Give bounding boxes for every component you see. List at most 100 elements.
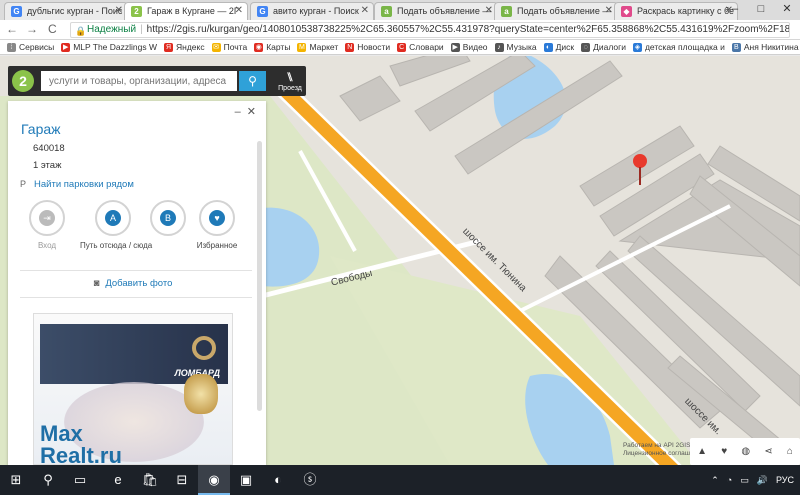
bookmark-icon: В <box>731 42 741 52</box>
tray-icon[interactable]: 🔊 <box>757 465 768 495</box>
bookmark-item[interactable]: ⁞ Сервисы <box>7 42 54 52</box>
bookmark-item[interactable]: ◐ Диск <box>543 42 575 52</box>
close-tab-icon[interactable]: ✕ <box>605 5 613 16</box>
ring-image <box>184 374 218 414</box>
layers-icon[interactable]: ⌂ <box>787 446 793 457</box>
maximize-window-icon[interactable]: □ <box>748 0 774 20</box>
chrome-icon[interactable]: ◉ <box>198 465 230 495</box>
tray-icon[interactable]: ⌃ <box>711 465 719 495</box>
google-icon: G <box>257 6 268 17</box>
search-input[interactable] <box>41 71 237 91</box>
postcode: 640018 <box>33 143 65 154</box>
reload-button[interactable]: C <box>48 22 57 36</box>
explorer-icon[interactable]: ⊟ <box>166 465 198 495</box>
add-photo-label: Добавить фото <box>105 278 173 289</box>
divider <box>20 270 252 271</box>
tab-title: авито курган - Поиск <box>273 6 359 16</box>
bookmark-item[interactable]: ▶ MLP The Dazzlings W <box>61 42 157 52</box>
route-icon: ⑊ <box>286 70 294 84</box>
route-label: Проезд <box>278 85 302 92</box>
action-label: Путь отсюда / сюда <box>80 241 153 250</box>
browser-tab[interactable]: ◆ Раскрась картинку с бе ✕ <box>614 2 738 20</box>
bookmarks-bar: ⁞ Сервисы ▶ MLP The Dazzlings W Я Яндекс ✉ Почт… <box>0 40 800 55</box>
floor-info: 1 этаж <box>33 160 62 171</box>
close-tab-icon[interactable]: ✕ <box>115 5 123 16</box>
language-indicator[interactable]: РУС <box>776 465 794 495</box>
close-tab-icon[interactable]: ✕ <box>235 5 243 16</box>
parking-link[interactable]: P Найти парковки рядом <box>20 179 134 190</box>
start-icon[interactable]: ⊞ <box>0 465 32 495</box>
action-heart[interactable]: ♥ Избранное <box>184 200 250 250</box>
edge-icon[interactable]: e <box>102 465 134 495</box>
bookmark-label: Музыка <box>506 42 537 52</box>
bookmark-item[interactable]: ✉ Почта <box>211 42 248 52</box>
bookmark-label: Диск <box>555 42 575 52</box>
camera-icon: ◙ <box>93 278 100 289</box>
bookmark-icon: Я <box>164 42 173 52</box>
search-bar: 2 ⚲ ⑊ Проезд <box>8 66 306 96</box>
browser-tab[interactable]: 2 Гараж в Кургане — 2Г ✕ <box>124 2 248 20</box>
app-icon[interactable]: ▣ <box>230 465 262 495</box>
share-icon[interactable]: ⋖ <box>764 446 772 457</box>
favorite-icon[interactable]: ♥ <box>721 446 727 457</box>
bookmark-item[interactable]: ▶ Видео <box>450 42 488 52</box>
google-icon: G <box>11 6 22 17</box>
close-icon[interactable]: ✕ <box>247 106 256 118</box>
parking-link-label: Найти парковки рядом <box>34 179 134 190</box>
watermark-line: Max <box>40 421 83 446</box>
add-photo-button[interactable]: ◙ Добавить фото <box>8 278 258 289</box>
panel-scrollbar[interactable] <box>257 141 262 411</box>
bookmark-label: Карты <box>266 42 291 52</box>
close-tab-icon[interactable]: ✕ <box>485 5 493 16</box>
url-field[interactable]: 🔒 Надежный | https://2gis.ru/kurgan/geo/14… <box>70 22 790 38</box>
address-bar: ← → C 🔒 Надежный | https://2gis.ru/kurgan/… <box>0 20 800 40</box>
bookmark-item[interactable]: Я Яндекс <box>164 42 205 52</box>
browser-tab[interactable]: a Подать объявление — ✕ <box>494 2 618 20</box>
search-icon[interactable]: ⚲ <box>239 71 266 91</box>
divider <box>20 297 252 298</box>
bookmark-label: Почта <box>223 42 248 52</box>
tab-strip: Gдубльгис курган - Поис ✕ 2 Гараж в Кургане… <box>0 0 800 20</box>
store-icon[interactable]: 🛍 <box>134 465 166 495</box>
entrance-icon: ⇥ <box>39 210 55 226</box>
route-button[interactable]: ⑊ Проезд <box>276 68 304 94</box>
action-entrance: ⇥ Вход <box>14 200 80 250</box>
browser-tab[interactable]: Gдубльгис курган - Поис ✕ <box>4 2 128 20</box>
tab-title: Раскрась картинку с бе <box>637 6 735 16</box>
building <box>339 75 401 122</box>
close-window-icon[interactable]: ✕ <box>774 0 800 20</box>
back-button[interactable]: ← <box>6 22 18 36</box>
windows-taskbar: ⌃ ◔ ▭ 🔊 РУС ⊞ ⚲ ▭ e 🛍 ⊟ ◉ ▣ ◐ ⓢ <box>0 465 800 495</box>
minimize-window-icon[interactable]: – <box>722 0 748 20</box>
tray-icon[interactable]: ▭ <box>740 465 749 495</box>
close-tab-icon[interactable]: ✕ <box>361 5 369 16</box>
bookmark-item[interactable]: M Маркет <box>297 42 338 52</box>
bookmark-icon: ◈ <box>632 42 642 52</box>
bookmark-icon: ◌ <box>581 42 591 52</box>
bookmark-item[interactable]: ◌ Диалоги <box>581 42 626 52</box>
chat-icon[interactable]: ◍ <box>741 446 750 457</box>
browser-tab[interactable]: Gавито курган - Поиск ✕ <box>250 2 374 20</box>
bookmark-item[interactable]: С Словари <box>397 42 444 52</box>
bookmark-label: Диалоги <box>593 42 626 52</box>
search-icon[interactable]: ⚲ <box>32 465 64 495</box>
minimize-icon[interactable]: – <box>235 106 241 118</box>
bookmark-label: Видео <box>462 42 488 52</box>
tab-title: Подать объявление — <box>397 6 492 16</box>
user-icon[interactable]: ▲ <box>697 446 707 457</box>
bookmark-item[interactable]: ♪ Музыка <box>494 42 537 52</box>
forward-button[interactable]: → <box>26 22 38 36</box>
task-view-icon[interactable]: ▭ <box>64 465 96 495</box>
tray-icon[interactable]: ◔ <box>727 465 732 495</box>
bookmark-item[interactable]: В Аня Никитина <box>731 42 799 52</box>
tab-title: дубльгис курган - Поис <box>27 6 123 16</box>
bookmark-icon: N <box>345 42 355 52</box>
2gis-logo-icon[interactable]: 2 <box>12 70 34 92</box>
skype-icon[interactable]: ⓢ <box>294 465 326 495</box>
bookmark-item[interactable]: ◉ Карты <box>254 42 290 52</box>
photos-icon[interactable]: ◐ <box>262 465 294 495</box>
action-buttons: ⇥ Вход A Путь отсюда / сюда B ♥ Избранное <box>18 200 258 262</box>
browser-tab[interactable]: a Подать объявление — ✕ <box>374 2 498 20</box>
bookmark-item[interactable]: N Новости <box>345 42 390 52</box>
bookmark-item[interactable]: ◈ детская площадка и <box>632 42 725 52</box>
